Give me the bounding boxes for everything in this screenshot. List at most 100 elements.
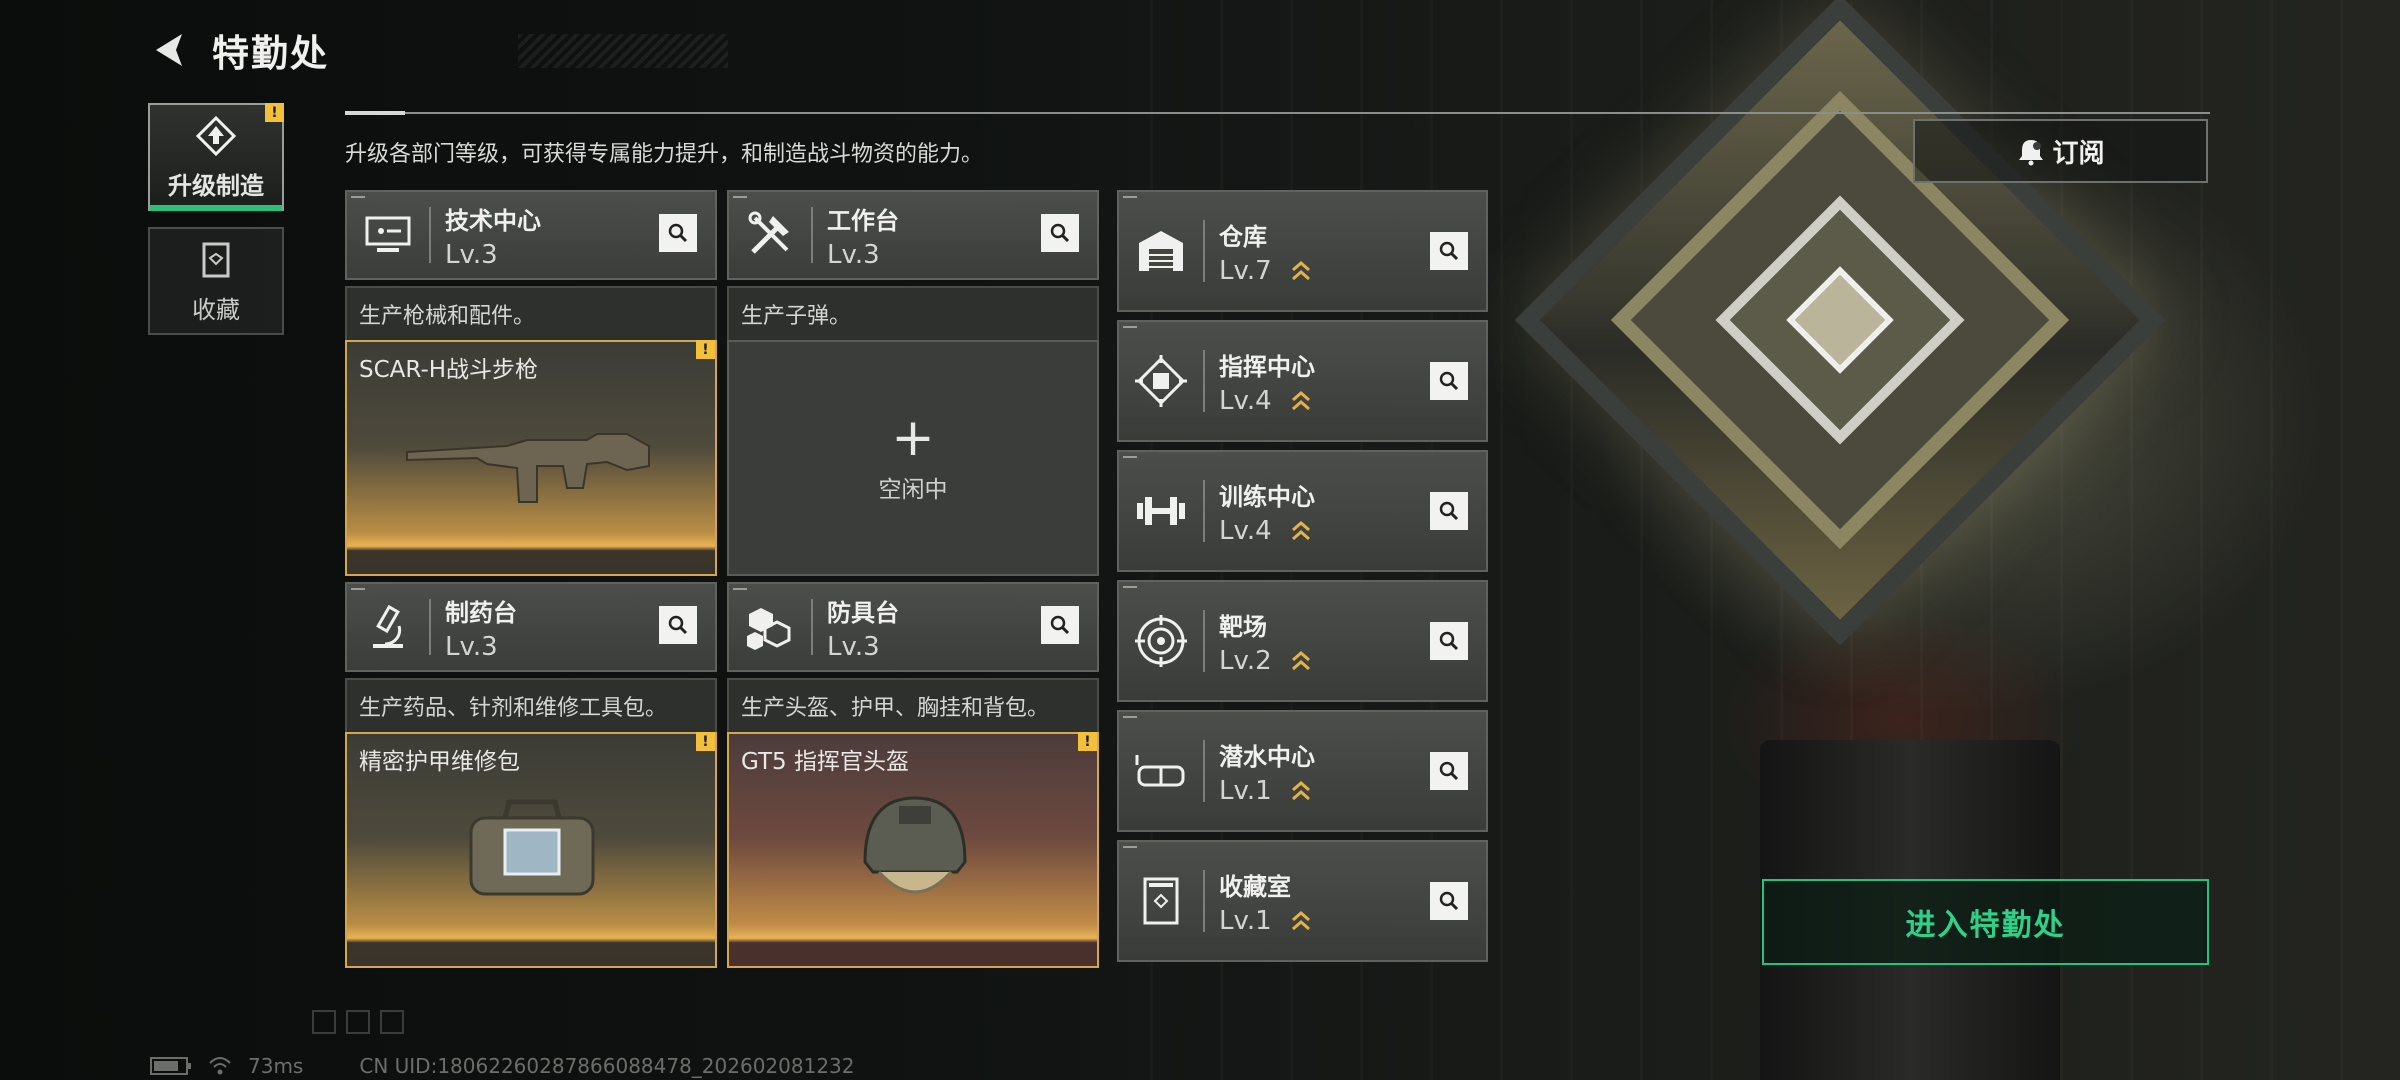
armor-cubes-icon xyxy=(747,608,791,650)
workbench-header[interactable]: 制药台 Lv.3 xyxy=(345,582,717,672)
facility-level: Lv.7 xyxy=(1219,255,1272,286)
collection-cabinet-icon xyxy=(202,242,230,277)
repair-kit-bag-icon xyxy=(469,799,595,896)
facility-shooting-range[interactable]: 靶场 Lv.2 xyxy=(1117,580,1488,702)
status-bar: 73ms CN UID:1806226028786608847‌8_202602… xyxy=(150,1054,855,1078)
workbench-description: 生产药品、针剂和维修工具包。 xyxy=(345,678,717,732)
collection-room-icon xyxy=(1143,877,1179,925)
facility-name: 靶场 xyxy=(1219,612,1267,641)
diving-goggles-icon xyxy=(1135,755,1185,787)
produced-item-name: 精密护甲维修包 xyxy=(359,749,520,775)
dumbbell-icon xyxy=(1137,497,1185,525)
search-button[interactable] xyxy=(1041,214,1079,252)
target-icon xyxy=(1135,615,1187,667)
facility-level: Lv.4 xyxy=(1219,385,1272,416)
search-button[interactable] xyxy=(1430,882,1468,920)
page-title: 特勤处 xyxy=(212,32,329,75)
user-uid: CN UID:1806226028786608847‌8_20260208123… xyxy=(359,1054,855,1078)
rifle-icon xyxy=(406,433,650,503)
workbench-description: 生产头盔、护甲、胸挂和背包。 xyxy=(727,678,1099,732)
helmet-icon xyxy=(863,796,967,894)
facility-level: Lv.1 xyxy=(1219,905,1272,936)
page-description: 升级各部门等级，可获得专属能力提升，和制造战斗物资的能力。 xyxy=(345,142,984,167)
search-button[interactable] xyxy=(659,214,697,252)
microscope-icon xyxy=(373,604,403,648)
search-icon xyxy=(1439,501,1459,521)
facility-level: Lv.2 xyxy=(1219,645,1272,676)
search-button[interactable] xyxy=(1430,232,1468,270)
upgrade-gear-icon xyxy=(195,115,237,156)
facility-level: Lv.4 xyxy=(1219,515,1272,546)
workbench-name: 制药台 xyxy=(445,598,517,627)
search-icon xyxy=(668,615,688,635)
facility-training-center[interactable]: 训练中心 Lv.4 xyxy=(1117,450,1488,572)
subscribe-button[interactable]: 订阅 xyxy=(1913,119,2208,183)
battery-icon xyxy=(150,1057,191,1075)
search-icon xyxy=(1439,761,1459,781)
facility-name: 指挥中心 xyxy=(1219,352,1315,381)
tab-label: 收藏 xyxy=(192,295,240,324)
facility-command-center[interactable]: 指挥中心 Lv.4 xyxy=(1117,320,1488,442)
search-button[interactable] xyxy=(1041,606,1079,644)
produced-item-name: GT5 指挥官头盔 xyxy=(741,749,909,775)
search-button[interactable] xyxy=(1430,752,1468,790)
alert-badge: ! xyxy=(696,732,715,751)
facility-name: 训练中心 xyxy=(1219,482,1315,511)
production-slot[interactable]: 精密护甲维修包 ! xyxy=(345,732,717,968)
tab-upgrade-manufacture[interactable]: 升级制造 ! xyxy=(148,103,284,211)
wifi-icon xyxy=(209,1057,231,1075)
subscribe-label: 订阅 xyxy=(2052,138,2105,169)
ping-value: 73ms xyxy=(248,1054,304,1078)
production-slot[interactable]: SCAR-H战斗步枪 ! xyxy=(345,340,717,576)
workbench-armor: 防具台 Lv.3 生产头盔、护甲、胸挂和背包。 GT5 指挥官头盔 ! xyxy=(727,582,1099,968)
section-divider xyxy=(345,111,2210,115)
facility-level: Lv.1 xyxy=(1219,775,1272,806)
facility-collection-room[interactable]: 收藏室 Lv.1 xyxy=(1117,840,1488,962)
facility-name: 收藏室 xyxy=(1219,872,1291,901)
workbench-header[interactable]: 技术中心 Lv.3 xyxy=(345,190,717,280)
alert-badge: ! xyxy=(696,340,715,359)
search-icon xyxy=(1050,615,1070,635)
tab-label: 升级制造 xyxy=(168,171,264,200)
tab-collection[interactable]: 收藏 xyxy=(148,227,284,335)
workbench-level: Lv.3 xyxy=(445,631,498,662)
computer-monitor-icon xyxy=(365,216,411,252)
warehouse-icon xyxy=(1139,231,1183,271)
add-production-icon: + xyxy=(891,408,935,468)
tools-icon xyxy=(748,211,789,254)
alert-badge: ! xyxy=(265,103,284,122)
search-icon xyxy=(668,223,688,243)
facility-name: 潜水中心 xyxy=(1219,742,1315,771)
search-icon xyxy=(1439,241,1459,261)
enter-special-ops-button[interactable]: 进入特勤处 xyxy=(1762,879,2209,965)
workbench-description: 生产子弹。 xyxy=(727,286,1099,340)
alert-badge: ! xyxy=(1078,732,1097,751)
workbench-pharmacy: 制药台 Lv.3 生产药品、针剂和维修工具包。 精密护甲维修包 ! xyxy=(345,582,717,968)
facility-warehouse[interactable]: 仓库 Lv.7 xyxy=(1117,190,1488,312)
workbench-level: Lv.3 xyxy=(445,239,498,270)
search-icon xyxy=(1439,631,1459,651)
search-button[interactable] xyxy=(1430,362,1468,400)
search-button[interactable] xyxy=(659,606,697,644)
upgrade-chevron-icon xyxy=(1291,650,1310,670)
facility-diving-center[interactable]: 潜水中心 Lv.1 xyxy=(1117,710,1488,832)
facility-name: 仓库 xyxy=(1219,222,1267,251)
production-slot[interactable]: GT5 指挥官头盔 ! xyxy=(727,732,1099,968)
produced-item-name: SCAR-H战斗步枪 xyxy=(359,357,539,383)
workbench-name: 防具台 xyxy=(827,598,899,627)
enter-label: 进入特勤处 xyxy=(1905,908,2066,943)
search-button[interactable] xyxy=(1430,492,1468,530)
command-chip-icon xyxy=(1135,355,1187,407)
upgrade-chevron-icon xyxy=(1291,910,1310,930)
search-button[interactable] xyxy=(1430,622,1468,660)
workbench-description: 生产枪械和配件。 xyxy=(345,286,717,340)
workbench-header[interactable]: 防具台 Lv.3 xyxy=(727,582,1099,672)
bell-icon xyxy=(2019,140,2044,166)
production-slot-empty[interactable]: + 空闲中 xyxy=(727,340,1099,576)
idle-label: 空闲中 xyxy=(878,477,948,503)
page-header: 特勤处 xyxy=(148,20,728,80)
back-arrow-icon[interactable] xyxy=(148,28,192,72)
workbench-header[interactable]: 工作台 Lv.3 xyxy=(727,190,1099,280)
upgrade-chevron-icon xyxy=(1291,260,1310,280)
workbench-name: 技术中心 xyxy=(445,206,541,235)
